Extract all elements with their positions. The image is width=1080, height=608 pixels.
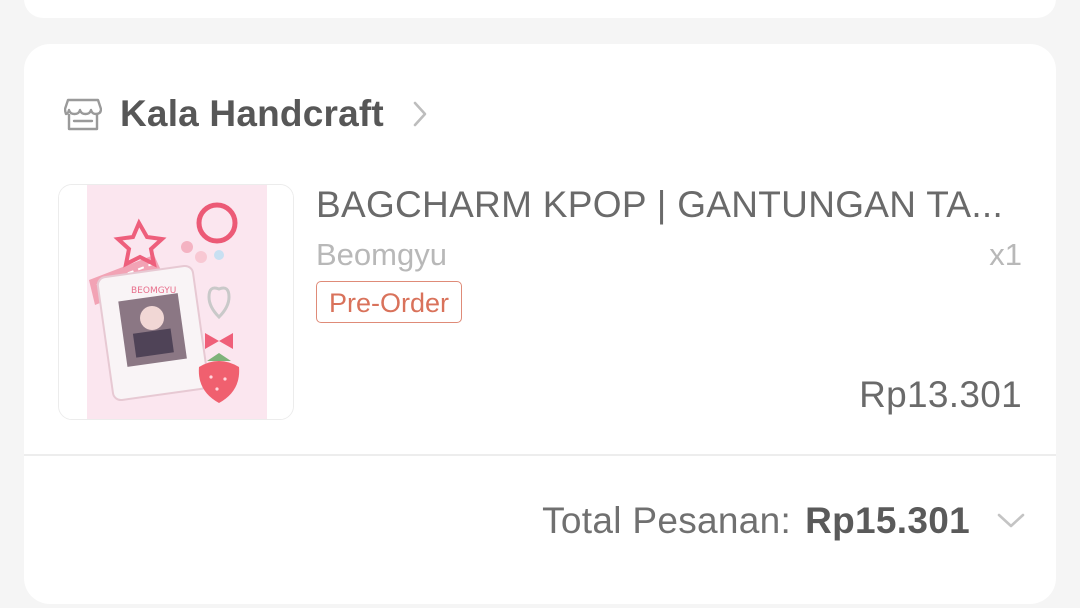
order-total-value: Rp15.301 — [805, 500, 970, 541]
order-total-row[interactable]: Total Pesanan: Rp15.301 — [542, 496, 1026, 546]
product-title[interactable]: BAGCHARM KPOP | GANTUNGAN TA... — [316, 184, 1026, 226]
product-image[interactable]: BEOMGYU — [58, 184, 294, 420]
svg-text:BEOMGYU: BEOMGYU — [131, 286, 176, 296]
order-card: Kala Handcraft BEOMGYU BAGCHARM KPOP | G… — [24, 44, 1056, 604]
order-page: Kala Handcraft BEOMGYU BAGCHARM KPOP | G… — [0, 0, 1080, 608]
product-price: Rp13.301 — [859, 374, 1022, 415]
chevron-right-icon — [412, 99, 434, 129]
divider — [24, 454, 1056, 456]
pre-order-badge: Pre-Order — [316, 281, 463, 323]
shop-header[interactable]: Kala Handcraft — [64, 90, 434, 138]
chevron-down-icon[interactable] — [996, 511, 1026, 531]
product-quantity: x1 — [989, 237, 1022, 272]
shop-name: Kala Handcraft — [120, 93, 384, 134]
order-total-label: Total Pesanan: — [542, 500, 792, 541]
store-icon — [64, 95, 102, 133]
product-variant: Beomgyu — [316, 237, 447, 272]
previous-order-card — [24, 0, 1056, 18]
